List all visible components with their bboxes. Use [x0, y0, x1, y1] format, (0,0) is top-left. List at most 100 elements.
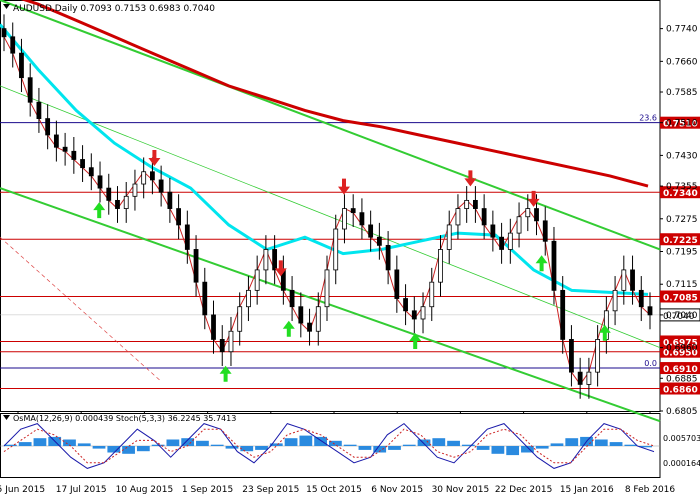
osma-bar [624, 444, 638, 446]
x-tick-label: 17 Jul 2015 [56, 485, 107, 495]
candle-body [411, 310, 417, 320]
candle-body [621, 269, 627, 291]
candle-body [27, 77, 33, 103]
osma-bar [476, 446, 490, 450]
candle-body [176, 208, 181, 226]
candle-body [246, 289, 251, 308]
candle-body [219, 339, 225, 353]
osma-bar [77, 443, 91, 446]
osma-bar [136, 446, 150, 452]
level-price-label: 0.7085 [663, 293, 698, 303]
chart-background [0, 0, 700, 499]
x-tick-label: 6 Nov 2015 [371, 485, 423, 495]
candle-body [350, 208, 356, 214]
osma-bar [535, 446, 549, 449]
candle-body [36, 101, 42, 119]
osma-bar [417, 439, 431, 446]
candle-body [19, 52, 24, 79]
candle-body [438, 249, 443, 283]
candle-body [263, 249, 269, 271]
osma-bar [240, 446, 254, 452]
candle-body [132, 183, 138, 197]
candle-body [647, 306, 653, 316]
candle-body [254, 269, 260, 291]
candle-body [315, 306, 321, 332]
candle-body [342, 208, 347, 230]
osma-bar [92, 446, 106, 449]
y-tick-label: 0.7510 [666, 119, 698, 129]
osma-bar [565, 438, 579, 446]
candle-body [376, 236, 382, 246]
candle-body [53, 134, 59, 148]
candle-body [586, 371, 592, 385]
y-tick-label: 0.6885 [666, 374, 698, 384]
osma-bar [550, 443, 564, 446]
symbol-ohlc-label: AUDUSD,Daily 0.7093 0.7153 0.6983 0.7040 [13, 4, 215, 14]
osma-bar [402, 444, 416, 446]
level-price-label: 0.7225 [663, 236, 698, 246]
y-tick-label: 0.6805 [666, 407, 698, 417]
y-tick-label: 0.7115 [666, 280, 698, 290]
y-tick-label: 0.7585 [666, 88, 698, 98]
osma-bar [461, 444, 475, 446]
candle-body [289, 289, 295, 308]
candle-body [193, 249, 199, 283]
candle-body [368, 224, 374, 238]
osma-bar [491, 446, 505, 454]
candle-body [298, 306, 304, 324]
level-price-label: 0.6860 [663, 386, 698, 396]
fib-level-label: 23.6 [639, 114, 657, 123]
osma-bar [210, 444, 224, 446]
x-tick-label: 1 Sep 2015 [182, 485, 233, 495]
candle-body [612, 289, 618, 312]
candle-body [272, 249, 278, 271]
candle-body [569, 339, 574, 373]
candle-body [123, 195, 129, 209]
candle-body [71, 150, 77, 160]
osma-bar [284, 438, 298, 446]
osma-bar [506, 446, 520, 456]
osma-bar [122, 446, 135, 454]
candle-body [10, 36, 16, 54]
y-tick-label: 0.6960 [666, 344, 698, 354]
y-tick-label: 0.7275 [666, 215, 698, 225]
osma-bar [107, 446, 121, 453]
osma-bar [358, 446, 372, 450]
osma-bar [166, 439, 180, 446]
candle-body [141, 171, 147, 185]
osma-bar [314, 436, 327, 446]
candle-body [385, 244, 391, 271]
osc-axis-label: 0.000164 [663, 459, 700, 468]
price-chart[interactable]: 0.75100.73400.72250.70850.69750.69500.69… [0, 0, 700, 499]
candle-body [534, 208, 539, 222]
candle-body [429, 281, 435, 308]
candle-body [542, 220, 548, 242]
y-tick-label: 0.7040 [666, 311, 698, 321]
candle-body [595, 339, 601, 373]
candle-body [80, 159, 85, 169]
candle-body [638, 289, 644, 308]
candle-body [516, 216, 522, 234]
candle-body [97, 175, 103, 189]
osma-bar [432, 438, 446, 446]
candle-body [481, 208, 487, 226]
candle-body [88, 167, 94, 177]
candle-body [473, 199, 478, 209]
candle-body [560, 289, 566, 340]
candle-body [211, 314, 216, 340]
osc-label: OsMA(12,26,9) 0.000439 Stoch(5,3,3) 36.2… [13, 414, 236, 423]
candle-body [184, 224, 190, 250]
candle-body [333, 228, 339, 271]
osma-bar [299, 435, 313, 446]
y-tick-label: 0.7740 [666, 25, 698, 35]
candle-body [525, 208, 531, 218]
y-tick-label: 0.7195 [666, 248, 698, 258]
x-tick-label: 10 Aug 2015 [116, 485, 174, 495]
candle-body [577, 371, 583, 385]
y-tick-label: 0.7660 [666, 57, 698, 67]
osma-bar [447, 440, 460, 446]
candle-body [115, 199, 120, 209]
x-tick-label: 22 Dec 2015 [495, 485, 553, 495]
candle-body [446, 224, 452, 250]
osma-bar [196, 440, 209, 446]
